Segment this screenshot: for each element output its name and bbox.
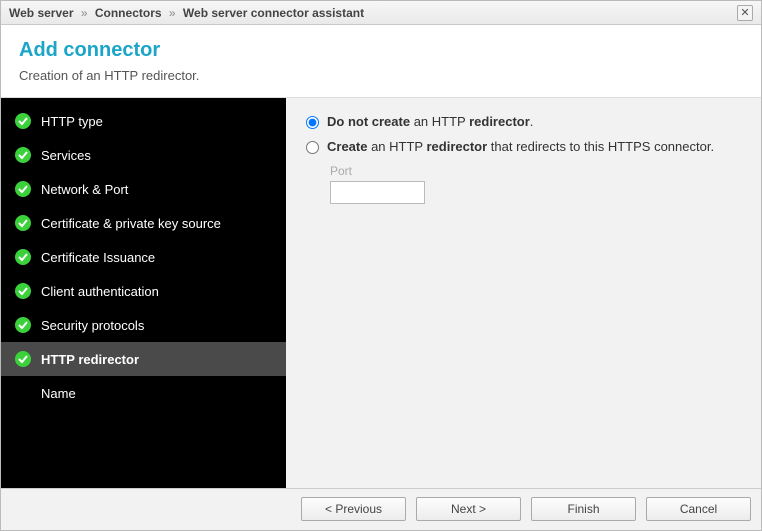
check-icon	[15, 317, 31, 333]
check-icon	[15, 147, 31, 163]
breadcrumb-part-3: Web server connector assistant	[183, 6, 364, 20]
step-label: Certificate Issuance	[41, 250, 155, 265]
breadcrumb-part-2: Connectors	[95, 6, 162, 20]
wizard-footer: < Previous Next > Finish Cancel	[1, 488, 761, 530]
opt2-t1: an HTTP	[367, 139, 426, 154]
check-icon	[15, 181, 31, 197]
step-cert-issuance[interactable]: Certificate Issuance	[1, 240, 286, 274]
radio-do-not-create[interactable]	[306, 116, 319, 129]
step-http-redirector[interactable]: HTTP redirector	[1, 342, 286, 376]
breadcrumb-sep: »	[81, 6, 88, 20]
step-label: Security protocols	[41, 318, 144, 333]
step-label: HTTP redirector	[41, 352, 139, 367]
radio-create[interactable]	[306, 141, 319, 154]
breadcrumb: Web server » Connectors » Web server con…	[9, 6, 364, 20]
wizard-steps-sidebar: HTTP type Services Network & Port Certif…	[1, 98, 286, 488]
step-label: HTTP type	[41, 114, 103, 129]
check-icon	[15, 283, 31, 299]
opt1-t2: .	[530, 114, 534, 129]
opt1-b1: Do not create	[327, 114, 410, 129]
step-network-port[interactable]: Network & Port	[1, 172, 286, 206]
port-label: Port	[330, 164, 741, 178]
dialog-window: Web server » Connectors » Web server con…	[0, 0, 762, 531]
close-button[interactable]: ✕	[737, 5, 753, 21]
option-create[interactable]: Create an HTTP redirector that redirects…	[306, 139, 741, 154]
step-client-auth[interactable]: Client authentication	[1, 274, 286, 308]
step-name[interactable]: Name	[1, 376, 286, 410]
check-icon	[15, 113, 31, 129]
page-subtitle: Creation of an HTTP redirector.	[19, 68, 743, 83]
cancel-button[interactable]: Cancel	[646, 497, 751, 521]
step-cert-key-source[interactable]: Certificate & private key source	[1, 206, 286, 240]
step-http-type[interactable]: HTTP type	[1, 104, 286, 138]
port-block: Port	[330, 164, 741, 204]
step-services[interactable]: Services	[1, 138, 286, 172]
opt1-t1: an HTTP	[410, 114, 469, 129]
step-security-protocols[interactable]: Security protocols	[1, 308, 286, 342]
check-icon	[15, 351, 31, 367]
opt2-b1: Create	[327, 139, 367, 154]
next-button[interactable]: Next >	[416, 497, 521, 521]
option-label: Create an HTTP redirector that redirects…	[327, 139, 714, 154]
close-icon: ✕	[740, 6, 749, 19]
check-icon	[15, 249, 31, 265]
previous-button[interactable]: < Previous	[301, 497, 406, 521]
option-label: Do not create an HTTP redirector.	[327, 114, 533, 129]
step-label: Network & Port	[41, 182, 128, 197]
finish-button[interactable]: Finish	[531, 497, 636, 521]
breadcrumb-part-1: Web server	[9, 6, 73, 20]
opt2-t2: that redirects to this HTTPS connector.	[487, 139, 714, 154]
option-do-not-create[interactable]: Do not create an HTTP redirector.	[306, 114, 741, 129]
opt1-b2: redirector	[469, 114, 530, 129]
check-icon	[15, 215, 31, 231]
opt2-b2: redirector	[426, 139, 487, 154]
step-label: Services	[41, 148, 91, 163]
wizard-content: Do not create an HTTP redirector. Create…	[286, 98, 761, 488]
port-input[interactable]	[330, 181, 425, 204]
wizard-body: HTTP type Services Network & Port Certif…	[1, 98, 761, 488]
wizard-header: Add connector Creation of an HTTP redire…	[1, 25, 761, 98]
step-label: Client authentication	[41, 284, 159, 299]
step-label: Certificate & private key source	[41, 216, 221, 231]
step-label: Name	[41, 386, 76, 401]
breadcrumb-sep: »	[169, 6, 176, 20]
titlebar: Web server » Connectors » Web server con…	[1, 1, 761, 25]
page-title: Add connector	[19, 39, 743, 62]
step-pending-icon	[15, 385, 31, 401]
